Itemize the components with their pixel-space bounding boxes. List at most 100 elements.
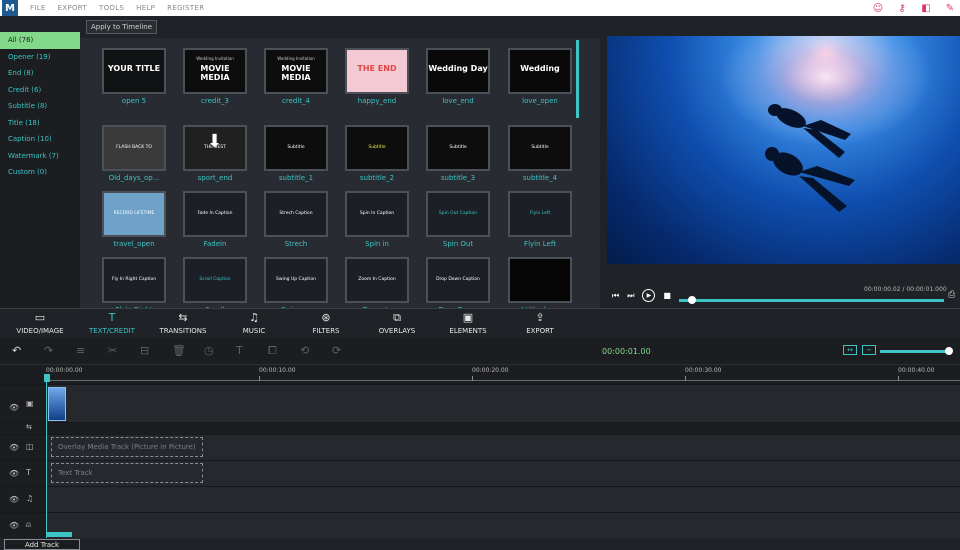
menu-register[interactable]: REGISTER xyxy=(167,4,204,12)
music-track-header: 👁 ♫ xyxy=(0,487,46,512)
tab-music[interactable]: ♫ MUSIC xyxy=(214,311,294,335)
zoom-out-icon[interactable]: − xyxy=(862,345,876,355)
category-item[interactable]: Subtitle (8) xyxy=(0,98,80,115)
template-label: love_end xyxy=(442,97,474,105)
edit-icon[interactable]: ✎ xyxy=(944,1,956,15)
category-item[interactable]: Custom (0) xyxy=(0,164,80,181)
timeline-ruler[interactable]: 00:00:00.00 00:00:10.00 00:00:20.00 00:0… xyxy=(0,364,960,384)
template-label: Spin in xyxy=(365,240,389,248)
template-thumbnail[interactable]: Drop Down Caption xyxy=(426,257,490,303)
tab-video-image[interactable]: ▭ VIDEO/IMAGE xyxy=(0,311,80,335)
playhead-line[interactable] xyxy=(46,382,47,538)
timeline-scrollbar[interactable] xyxy=(46,532,72,537)
template-thumbnail[interactable]: MOVIE MEDIA Wedding Invitation xyxy=(183,48,247,94)
smiley-icon[interactable]: ☺ xyxy=(872,1,884,15)
category-item[interactable]: Title (18) xyxy=(0,115,80,132)
undo-icon[interactable]: ↶ xyxy=(12,344,21,357)
category-item[interactable]: End (8) xyxy=(0,65,80,82)
tab-overlays[interactable]: ⧉ OVERLAYS xyxy=(357,311,437,335)
zoom-slider[interactable] xyxy=(880,350,950,353)
template-thumbnail[interactable]: RECORD LIFETIME xyxy=(102,191,166,237)
add-track-button[interactable]: Add Track xyxy=(4,539,80,550)
tab-transitions[interactable]: ⇆ TRANSITIONS xyxy=(143,311,223,335)
crop-icon[interactable]: ⧠ xyxy=(268,344,277,358)
category-item[interactable]: Opener (19) xyxy=(0,49,80,66)
menu-tools[interactable]: TOOLS xyxy=(99,4,124,12)
rotate-right-icon[interactable]: ⟳ xyxy=(332,344,341,357)
next-frame-icon[interactable]: ⏭ xyxy=(627,291,634,301)
eye-icon[interactable]: 👁 xyxy=(9,403,19,412)
eye-icon[interactable]: 👁 xyxy=(9,495,19,504)
split-icon[interactable]: ⊟ xyxy=(140,344,149,357)
category-item[interactable]: Credit (6) xyxy=(0,82,80,99)
template-thumbnail[interactable] xyxy=(508,257,572,303)
cut-icon[interactable]: ✂ xyxy=(108,344,117,357)
template-thumbnail[interactable]: YOUR TITLE xyxy=(102,48,166,94)
menu-file[interactable]: FILE xyxy=(30,4,46,12)
tab-elements[interactable]: ▣ ELEMENTS xyxy=(428,311,508,335)
voice-track-header: 👁 ⍝ xyxy=(0,513,46,538)
category-item[interactable]: Watermark (7) xyxy=(0,148,80,165)
template-thumbnail[interactable]: Strech Caption xyxy=(264,191,328,237)
transitions-icon: ⇆ xyxy=(178,311,188,324)
text-track-placeholder[interactable]: Text Track xyxy=(51,463,203,483)
template-thumbnail[interactable]: Spin Out Caption xyxy=(426,191,490,237)
prev-frame-icon[interactable]: ⏮ xyxy=(612,291,619,301)
template-thumbnail[interactable]: THE END xyxy=(345,48,409,94)
zoom-slider-knob[interactable] xyxy=(945,347,953,355)
template-thumbnail[interactable]: Spin In Caption xyxy=(345,191,409,237)
template-thumbnail[interactable]: Wedding Day xyxy=(426,48,490,94)
template-label: open 5 xyxy=(121,97,147,105)
speed-icon[interactable]: ◷ xyxy=(204,344,214,357)
play-icon[interactable]: ▶ xyxy=(642,289,656,302)
playhead-handle[interactable] xyxy=(44,374,50,382)
template-thumbnail[interactable]: Wedding xyxy=(508,48,572,94)
rotate-left-icon[interactable]: ⟲ xyxy=(300,344,309,357)
template-thumbnail[interactable]: THE BEST ⬇ xyxy=(183,125,247,171)
layout-icon[interactable]: ◧ xyxy=(920,1,932,15)
thumbnail-caption: THE END xyxy=(357,64,397,73)
text-edit-icon[interactable]: T xyxy=(236,344,243,357)
eye-icon[interactable]: 👁 xyxy=(9,469,19,478)
fit-timeline-icon[interactable]: ↔ xyxy=(843,345,857,355)
library-header: Apply to Timeline xyxy=(80,16,600,38)
tab-label: FILTERS xyxy=(312,327,340,335)
template-thumbnail[interactable]: Subtitle xyxy=(264,125,328,171)
apply-to-timeline-button[interactable]: Apply to Timeline xyxy=(86,20,158,34)
key-icon[interactable]: ⚷ xyxy=(896,1,908,15)
template-thumbnail[interactable]: Fly In Right Caption xyxy=(102,257,166,303)
preview-progress-bar[interactable] xyxy=(679,299,944,302)
template-thumbnail[interactable]: Subtitle xyxy=(345,125,409,171)
template-label: Spin Out xyxy=(442,240,474,248)
template-thumbnail[interactable]: Zoom In Caption xyxy=(345,257,409,303)
category-item[interactable]: All (76) xyxy=(0,32,80,49)
adjust-icon[interactable]: ≡ xyxy=(76,344,85,357)
thumbnail-caption: Strech Caption xyxy=(279,211,313,216)
menu-help[interactable]: HELP xyxy=(136,4,155,12)
menu-bar: M FILE EXPORT TOOLS HELP REGISTER ☺ ⚷ ◧ … xyxy=(0,0,960,16)
tab-filters[interactable]: ⊛ FILTERS xyxy=(286,311,366,335)
eye-icon[interactable]: 👁 xyxy=(9,443,19,452)
template-thumbnail[interactable]: Swing Up Caption xyxy=(264,257,328,303)
category-item[interactable]: Caption (10) xyxy=(0,131,80,148)
snapshot-icon[interactable]: ⎙ xyxy=(948,290,955,300)
redo-icon[interactable]: ↷ xyxy=(44,344,53,357)
video-clip[interactable] xyxy=(48,387,66,421)
menu-export[interactable]: EXPORT xyxy=(58,4,87,12)
library-scrollbar[interactable] xyxy=(576,40,579,118)
text-icon: T xyxy=(108,311,116,324)
tab-text-credit[interactable]: T TEXT/CREDIT xyxy=(72,311,152,335)
template-thumbnail[interactable]: FLASH BACK TO xyxy=(102,125,166,171)
tab-export[interactable]: ⇪ EXPORT xyxy=(500,311,580,335)
template-thumbnail[interactable]: Fade In Caption xyxy=(183,191,247,237)
template-thumbnail[interactable]: Scroll Caption xyxy=(183,257,247,303)
template-thumbnail[interactable]: Subtitle xyxy=(508,125,572,171)
delete-icon[interactable]: 🗑 xyxy=(172,344,186,357)
overlay-track-placeholder[interactable]: Overlay Media Track (Picture in Picture) xyxy=(51,437,203,457)
stop-icon[interactable]: ■ xyxy=(663,291,671,300)
template-thumbnail[interactable]: Flyin Left xyxy=(508,191,572,237)
eye-icon[interactable]: 👁 xyxy=(9,521,19,530)
template-thumbnail[interactable]: MOVIE MEDIA Wedding Invitation xyxy=(264,48,328,94)
template-thumbnail[interactable]: Subtitle xyxy=(426,125,490,171)
download-icon[interactable]: ⬇ xyxy=(207,131,222,152)
